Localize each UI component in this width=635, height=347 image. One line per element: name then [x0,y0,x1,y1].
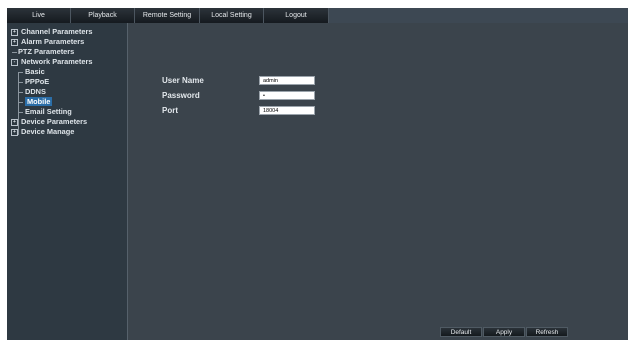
default-button[interactable]: Default [440,327,482,337]
tree-item-alarm-parameters[interactable]: + Alarm Parameters [7,37,127,47]
settings-tree-sidebar: + Channel Parameters + Alarm Parameters PT… [7,23,128,340]
password-label: Password [162,91,200,100]
tree-item-ddns[interactable]: DDNS [7,87,127,97]
expand-icon[interactable]: + [11,119,18,126]
tab-strip: Live Playback Remote Setting Local Setti… [7,8,329,23]
tree-item-email-setting[interactable]: Email Setting [7,107,127,117]
app-window: Live Playback Remote Setting Local Setti… [7,8,628,340]
mobile-settings-panel: User Name Password Port Default Apply Re… [128,23,628,340]
tab-local-setting[interactable]: Local Setting [200,8,264,23]
tree-item-pppoe[interactable]: PPPoE [7,77,127,87]
tree-item-device-parameters[interactable]: + Device Parameters [7,117,127,127]
expand-icon[interactable]: + [11,29,18,36]
tab-playback[interactable]: Playback [71,8,135,23]
username-label: User Name [162,76,204,85]
tab-remote-setting[interactable]: Remote Setting [135,8,200,23]
tree-item-basic[interactable]: Basic [7,67,127,77]
tree-item-ptz-parameters[interactable]: PTZ Parameters [7,47,127,57]
port-input[interactable] [259,106,315,115]
username-input[interactable] [259,76,315,85]
tree-item-mobile[interactable]: Mobile [7,97,127,107]
refresh-button[interactable]: Refresh [526,327,568,337]
tree-item-channel-parameters[interactable]: + Channel Parameters [7,27,127,37]
apply-button[interactable]: Apply [483,327,525,337]
collapse-icon[interactable]: - [11,59,18,66]
password-input[interactable] [259,91,315,100]
settings-tree: + Channel Parameters + Alarm Parameters PT… [7,27,127,137]
port-label: Port [162,106,178,115]
top-navigation-bar: Live Playback Remote Setting Local Setti… [7,8,628,23]
expand-icon[interactable]: + [11,39,18,46]
expand-icon[interactable]: + [11,129,18,136]
tree-item-network-parameters[interactable]: - Network Parameters [7,57,127,67]
tree-item-device-manage[interactable]: + Device Manage [7,127,127,137]
tab-logout[interactable]: Logout [264,8,329,23]
tab-live[interactable]: Live [7,8,71,23]
